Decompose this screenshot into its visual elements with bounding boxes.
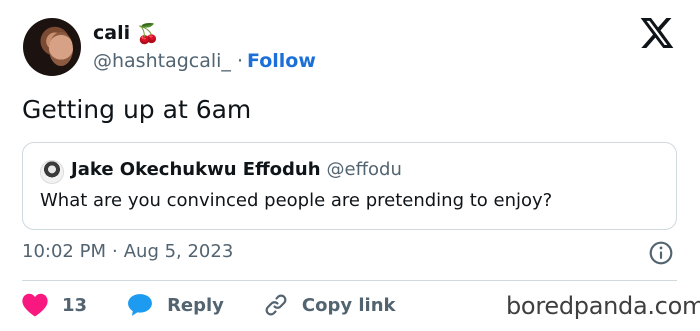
tweet-action-bar: 13 Reply Copy link	[22, 292, 396, 318]
follow-button[interactable]: Follow	[247, 50, 316, 72]
reply-label: Reply	[167, 294, 224, 316]
author-handle-row: @hashtagcali_ · Follow	[93, 50, 316, 72]
copy-link-label: Copy link	[301, 294, 396, 316]
like-count: 13	[62, 294, 88, 316]
speech-bubble-icon	[128, 294, 152, 316]
tweet-timestamp[interactable]: 10:02 PM · Aug 5, 2023	[22, 241, 233, 262]
quoted-tweet-text: What are you convinced people are preten…	[40, 190, 553, 211]
handle-separator: ·	[236, 50, 243, 72]
like-button[interactable]: 13	[22, 293, 87, 317]
tweet-text: Getting up at 6am	[22, 95, 252, 124]
timestamp-separator: ·	[111, 241, 118, 262]
quoted-author-avatar	[40, 160, 64, 184]
author-avatar[interactable]	[23, 18, 81, 76]
author-handle[interactable]: @hashtagcali_	[93, 50, 231, 72]
copy-link-button[interactable]: Copy link	[264, 293, 396, 317]
tweet-date: Aug 5, 2023	[123, 241, 234, 262]
author-display-name[interactable]: cali	[93, 22, 130, 44]
heart-icon	[22, 293, 48, 317]
quoted-author-name: Jake Okechukwu Effoduh	[71, 159, 321, 180]
action-bar-divider	[22, 280, 677, 281]
tweet-time: 10:02 PM	[22, 241, 106, 262]
quoted-tweet-card[interactable]: Jake Okechukwu Effoduh @effodu What are y…	[22, 142, 677, 230]
x-logo-icon[interactable]	[640, 18, 674, 48]
boredpanda-watermark: boredpanda.com	[506, 292, 700, 320]
reply-button[interactable]: Reply	[127, 293, 224, 317]
quoted-tweet-header: Jake Okechukwu Effoduh @effodu	[71, 159, 402, 180]
link-icon	[265, 294, 287, 316]
info-icon[interactable]	[648, 240, 674, 266]
cherry-emoji: 🍒	[136, 23, 160, 45]
quoted-author-handle: @effodu	[326, 159, 402, 180]
